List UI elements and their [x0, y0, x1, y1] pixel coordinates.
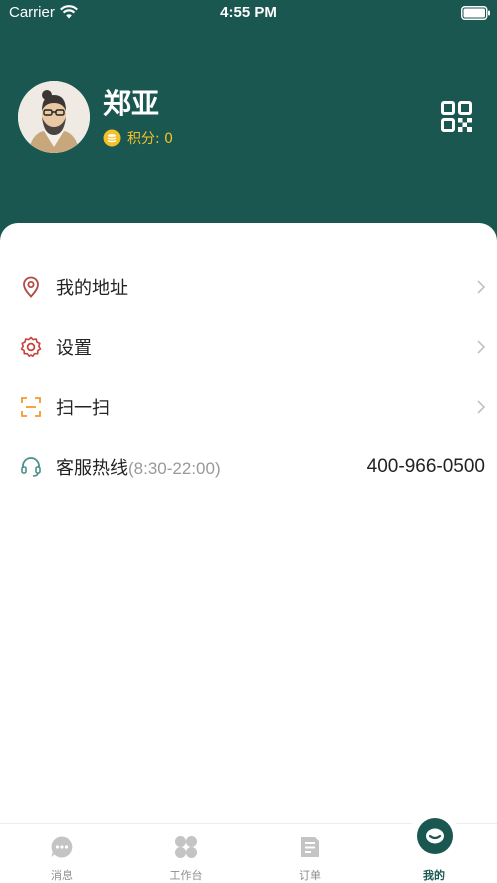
tab-orders[interactable]: 订单: [248, 824, 372, 883]
tab-label: 工作台: [169, 869, 203, 882]
points-label: 积分: 0: [127, 131, 174, 147]
gear-icon: [20, 336, 42, 357]
document-icon: [301, 837, 319, 857]
chevron-right-icon: [477, 280, 486, 294]
hotline-number[interactable]: 400-966-0500: [367, 456, 485, 478]
profile-header: Carrier 4:55 PM 郑亚 积分: 0: [0, 0, 497, 240]
tab-label: 我的: [423, 869, 445, 882]
menu-item-address[interactable]: 我的地址: [0, 257, 497, 317]
chevron-right-icon: [477, 340, 486, 354]
avatar[interactable]: [18, 81, 90, 153]
menu-item-scan[interactable]: 扫一扫: [0, 377, 497, 437]
points-display: 积分: 0: [103, 128, 173, 148]
chevron-right-icon: [477, 400, 486, 414]
tab-label: 消息: [51, 869, 73, 882]
menu-label-scan: 扫一扫: [56, 398, 110, 419]
avatar-illustration: [18, 81, 90, 153]
qr-code-icon[interactable]: [441, 101, 472, 132]
user-name: 郑亚: [103, 87, 160, 120]
profile-face-glyph: [426, 828, 444, 844]
grid-icon: [175, 836, 197, 858]
battery-icon: [461, 6, 490, 20]
menu-label-settings: 设置: [56, 338, 92, 359]
chat-bubble-icon: [51, 836, 73, 858]
headset-icon: [21, 457, 41, 477]
tab-messages[interactable]: 消息: [0, 824, 124, 883]
scan-icon: [21, 397, 41, 417]
location-pin-icon: [23, 276, 39, 298]
hotline-label: 客服热线(8:30-22:00): [56, 454, 221, 480]
clock: 4:55 PM: [220, 4, 277, 21]
status-bar: Carrier 4:55 PM: [0, 0, 497, 26]
menu-item-settings[interactable]: 设置: [0, 317, 497, 377]
profile-face-icon[interactable]: [417, 818, 453, 854]
hotline-title: 客服热线: [56, 458, 128, 479]
tab-label: 订单: [299, 869, 321, 882]
menu-card: 我的地址 设置 扫一扫 客服热线(8:30-22:00) 400-966-050…: [0, 223, 497, 823]
tab-workbench[interactable]: 工作台: [124, 824, 248, 883]
menu-label-address: 我的地址: [56, 278, 128, 299]
hotline-hours: (8:30-22:00): [128, 459, 221, 478]
coin-icon: [103, 129, 121, 147]
menu-item-hotline[interactable]: 客服热线(8:30-22:00) 400-966-0500: [0, 437, 497, 497]
